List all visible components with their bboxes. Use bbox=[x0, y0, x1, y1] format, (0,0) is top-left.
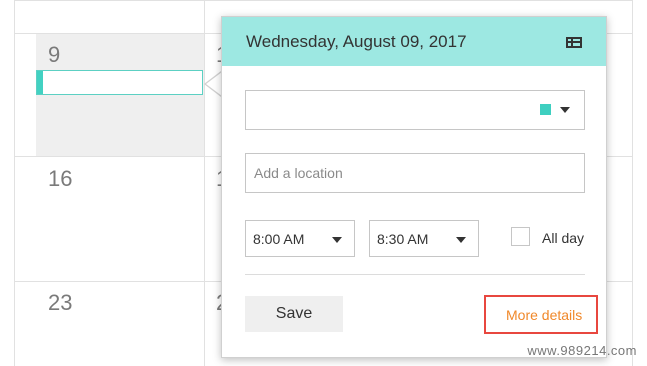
expand-window-icon[interactable] bbox=[566, 37, 582, 48]
location-input[interactable]: Add a location bbox=[245, 153, 585, 193]
grid-line bbox=[14, 0, 633, 1]
start-time-value: 8:00 AM bbox=[253, 231, 305, 247]
divider bbox=[245, 274, 585, 275]
location-placeholder: Add a location bbox=[254, 165, 343, 181]
watermark: www.989214.com bbox=[527, 343, 637, 358]
selected-day-cell[interactable] bbox=[36, 34, 204, 156]
grid-line bbox=[204, 0, 205, 366]
day-number[interactable]: 23 bbox=[48, 290, 72, 316]
grid-line bbox=[14, 0, 15, 366]
new-event-input[interactable] bbox=[36, 70, 203, 95]
category-color-swatch[interactable] bbox=[540, 104, 551, 115]
end-time-value: 8:30 AM bbox=[377, 231, 429, 247]
grid-line bbox=[632, 0, 633, 366]
event-quick-create-popup: Wednesday, August 09, 2017 Add a locatio… bbox=[221, 16, 607, 358]
chevron-down-icon[interactable] bbox=[332, 237, 342, 243]
all-day-checkbox[interactable] bbox=[511, 227, 530, 246]
day-number[interactable]: 16 bbox=[48, 166, 72, 192]
more-details-label[interactable]: More details bbox=[506, 307, 582, 323]
save-button[interactable]: Save bbox=[245, 296, 343, 332]
chevron-down-icon[interactable] bbox=[560, 107, 570, 113]
popup-header: Wednesday, August 09, 2017 bbox=[222, 17, 606, 66]
all-day-label[interactable]: All day bbox=[542, 230, 584, 246]
event-title-input[interactable] bbox=[245, 90, 585, 130]
popup-date-title: Wednesday, August 09, 2017 bbox=[246, 32, 467, 51]
more-details-link[interactable]: More details bbox=[484, 295, 598, 334]
popup-pointer bbox=[206, 72, 222, 96]
chevron-down-icon[interactable] bbox=[456, 237, 466, 243]
start-time-select[interactable]: 8:00 AM bbox=[245, 220, 355, 257]
day-number[interactable]: 9 bbox=[48, 42, 60, 68]
end-time-select[interactable]: 8:30 AM bbox=[369, 220, 479, 257]
event-color-bar bbox=[37, 71, 43, 94]
